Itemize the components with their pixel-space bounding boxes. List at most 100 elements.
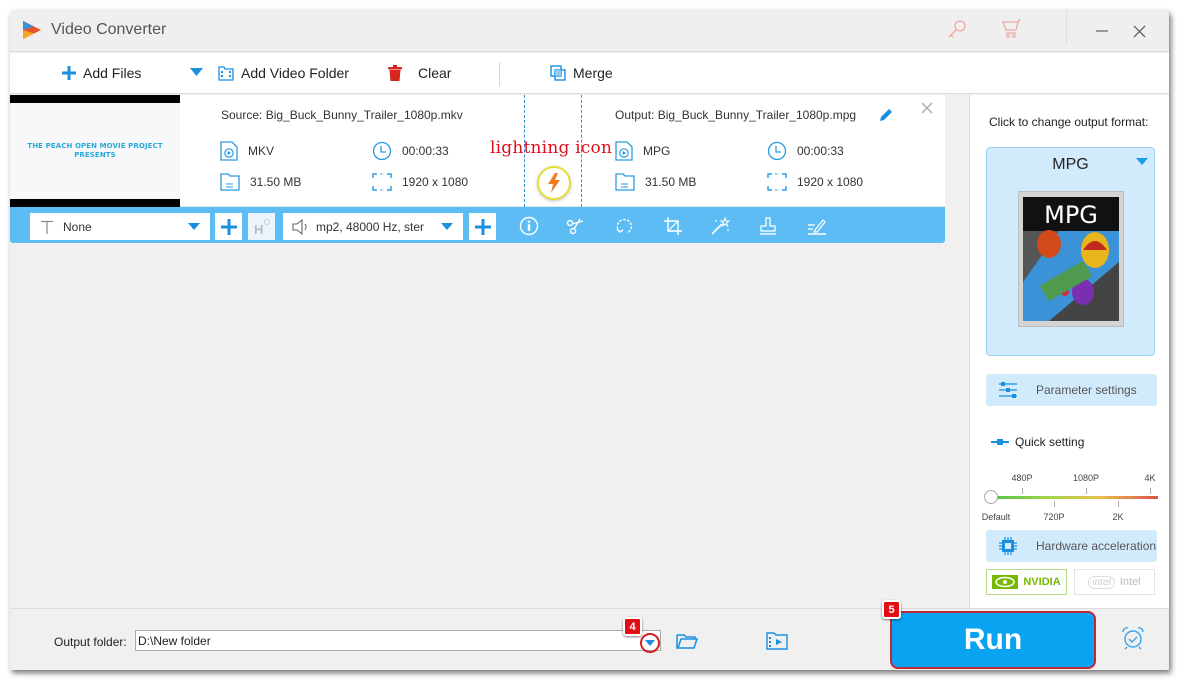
add-video-folder-button[interactable]: Add Video Folder	[218, 53, 349, 93]
chevron-down-icon	[441, 223, 453, 230]
subtitle-edit-button[interactable]	[806, 215, 828, 237]
resolution-icon	[372, 173, 392, 191]
merge-icon	[550, 65, 566, 81]
quick-setting-header: Quick setting	[991, 435, 1084, 449]
source-format: MKV	[220, 141, 274, 161]
output-format-selector[interactable]: MPG MPG	[986, 147, 1155, 356]
add-files-dropdown-caret-icon[interactable]	[190, 68, 203, 77]
add-video-folder-label: Add Video Folder	[241, 65, 349, 81]
rotate-icon	[616, 218, 633, 234]
thumbnail-text-line1: THE PEACH OPEN MOVIE PROJECT	[27, 142, 163, 150]
bottom-bar: Output folder: 4 Run 5	[10, 600, 1169, 670]
open-output-video-button[interactable]	[764, 629, 790, 653]
schedule-alarm-button[interactable]	[1120, 626, 1146, 650]
source-resolution-value: 1920 x 1080	[402, 175, 469, 189]
info-button[interactable]	[518, 215, 540, 237]
rename-pencil-icon[interactable]	[878, 107, 894, 123]
change-format-label: Click to change output format:	[989, 115, 1149, 129]
add-subtitle-button[interactable]	[215, 213, 242, 240]
resolution-icon	[767, 173, 787, 191]
chevron-down-icon	[645, 639, 655, 646]
quick-setting-label: Quick setting	[1015, 435, 1085, 449]
key-icon[interactable]	[945, 18, 969, 40]
remove-item-icon[interactable]	[921, 102, 933, 114]
subtitle-dropdown[interactable]: None	[30, 213, 210, 240]
clock-icon	[767, 141, 787, 161]
tick-mark	[1150, 488, 1151, 494]
video-file-icon	[220, 141, 238, 161]
subtitle-dropdown-value: None	[63, 219, 92, 234]
merge-label: Merge	[573, 65, 613, 81]
video-file-icon	[615, 141, 633, 161]
close-button[interactable]	[1129, 21, 1151, 43]
crop-button[interactable]	[662, 215, 684, 237]
nvidia-logo-icon	[992, 575, 1019, 589]
add-files-label: Add Files	[83, 65, 142, 81]
output-folder-dropdown-button[interactable]	[640, 633, 660, 653]
output-folder-input[interactable]	[135, 630, 661, 651]
gpu-acceleration-lightning-button[interactable]	[537, 166, 571, 200]
nvidia-gpu-button[interactable]: NVIDIA	[986, 569, 1067, 595]
slider-track[interactable]	[991, 496, 1158, 499]
app-window: Video Converter Add Files Add Video Fold…	[10, 10, 1169, 670]
toolbar: Add Files Add Video Folder Clear Merge	[10, 53, 1169, 94]
speaker-icon	[292, 218, 307, 235]
tick-mark	[1022, 488, 1023, 494]
subtitle-settings-button[interactable]: H	[248, 213, 275, 240]
thumbnail-text-line2: PRESENTS	[74, 151, 116, 159]
watermark-button[interactable]	[757, 215, 779, 237]
minimize-button[interactable]	[1092, 20, 1114, 42]
output-size-value: 31.50 MB	[645, 175, 697, 189]
parameter-settings-label: Parameter settings	[1036, 383, 1137, 397]
text-subtitle-icon	[41, 220, 53, 234]
tick-label-1080p: 1080P	[1072, 473, 1100, 483]
cut-button[interactable]	[564, 215, 586, 237]
intel-gpu-button[interactable]: intel Intel	[1074, 569, 1155, 595]
video-thumbnail[interactable]: THE PEACH OPEN MOVIE PROJECT PRESENTS	[10, 95, 180, 207]
clear-button[interactable]: Clear	[388, 53, 451, 93]
quality-slider[interactable]: 480P 1080P 4K Default 720P 2K	[981, 465, 1160, 525]
open-folder-button[interactable]	[674, 629, 700, 653]
sliders-icon	[999, 382, 1017, 398]
parameter-settings-button[interactable]: Parameter settings	[986, 374, 1157, 406]
stamp-icon	[760, 217, 776, 235]
tick-label-2k: 2K	[1112, 512, 1124, 522]
output-folder-label: Output folder:	[54, 635, 127, 649]
folder-open-icon	[676, 634, 698, 649]
run-button[interactable]: Run	[890, 611, 1096, 669]
hardware-acceleration-button[interactable]: Hardware acceleration	[986, 530, 1157, 562]
merge-button[interactable]: Merge	[550, 53, 613, 93]
video-folder-icon	[766, 632, 788, 650]
step-badge-4: 4	[623, 617, 642, 636]
output-format-name: MPG	[1052, 156, 1089, 173]
output-format: MPG	[615, 141, 670, 161]
tick-label-default: Default	[981, 512, 1011, 522]
tick-label-720p: 720P	[1043, 512, 1065, 522]
rotate-button[interactable]	[613, 215, 635, 237]
output-duration-value: 00:00:33	[797, 144, 844, 158]
chip-icon	[999, 537, 1017, 555]
add-files-button[interactable]: Add Files	[62, 53, 141, 93]
clock-icon	[372, 141, 392, 161]
slider-thumb[interactable]	[984, 490, 998, 504]
tick-mark	[1118, 501, 1119, 507]
folder-file-icon	[220, 173, 240, 191]
magic-wand-icon	[711, 216, 730, 235]
output-resolution-value: 1920 x 1080	[797, 175, 864, 189]
audio-track-dropdown[interactable]: mp2, 48000 Hz, ster	[283, 213, 463, 240]
output-size: 31.50 MB	[615, 173, 696, 191]
chevron-down-icon	[188, 223, 200, 230]
info-icon	[519, 216, 539, 236]
folder-file-icon	[615, 173, 635, 191]
right-panel: Click to change output format: MPG MPG P…	[969, 95, 1169, 608]
effects-button[interactable]	[709, 215, 731, 237]
scissors-icon	[566, 218, 584, 235]
cart-icon[interactable]	[1000, 18, 1024, 40]
trash-icon	[388, 65, 402, 81]
audio-track-value: mp2, 48000 Hz, ster	[316, 219, 425, 234]
add-audio-button[interactable]	[469, 213, 496, 240]
mpg-image-label: MPG	[1044, 201, 1098, 229]
tick-label-480p: 480P	[1011, 473, 1033, 483]
step-badge-5: 5	[882, 600, 901, 619]
edit-toolbar: None H mp2, 48000 Hz, ster	[10, 207, 945, 243]
